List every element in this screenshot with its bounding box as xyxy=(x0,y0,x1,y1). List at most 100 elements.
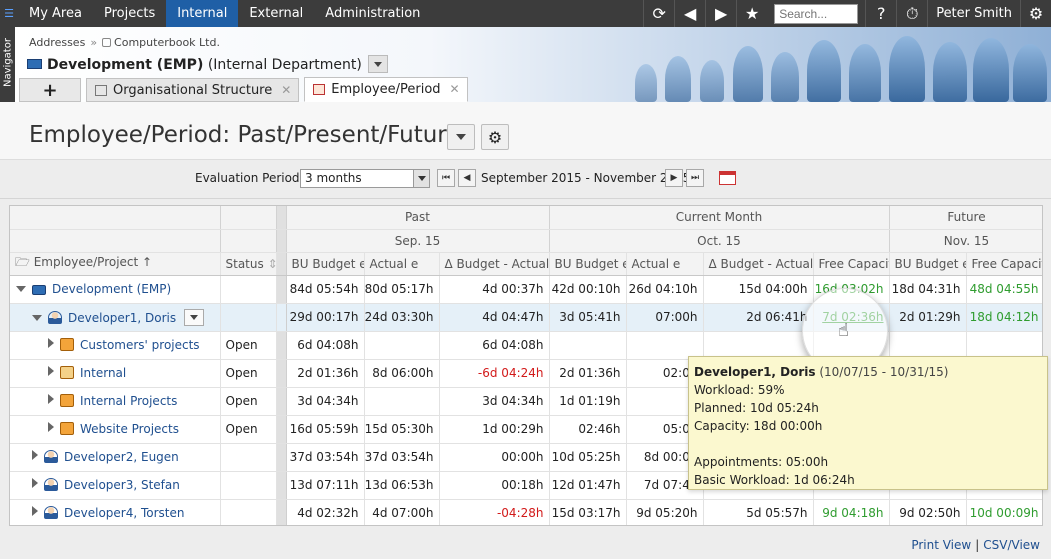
tab-administration[interactable]: Administration xyxy=(314,0,431,27)
department-icon xyxy=(27,59,42,69)
next-period-button[interactable]: ▶ xyxy=(665,169,683,187)
cell-employee-project[interactable]: Development (EMP) xyxy=(10,275,221,304)
decorative-pawn-icon xyxy=(635,64,657,102)
row-name-link[interactable]: Developer3, Stefan xyxy=(64,478,180,492)
row-name-link[interactable]: Customers' projects xyxy=(80,338,200,352)
tab-projects[interactable]: Projects xyxy=(93,0,166,27)
column-header-employee-project[interactable]: 🗁 Employee/Project ↑ xyxy=(10,252,221,276)
chevron-down-icon[interactable] xyxy=(413,170,429,187)
table-row[interactable]: Customers' projects Open 6d 04:08h 6d 04:08… xyxy=(10,331,1042,360)
tab-external[interactable]: External xyxy=(238,0,314,27)
user-name[interactable]: Peter Smith xyxy=(927,0,1020,27)
column-header-status[interactable]: Status ⇕ xyxy=(220,252,277,276)
row-name-link[interactable]: Developer1, Doris xyxy=(68,311,176,325)
folder-icon: 🗁 xyxy=(15,255,34,269)
cell-past-actual xyxy=(364,331,440,360)
cell-employee-project[interactable]: Developer1, Doris xyxy=(10,303,221,332)
table-row[interactable]: Developer4, Torsten 4d 02:32h 4d 07:00h -04… xyxy=(10,499,1042,525)
breadcrumb-addresses[interactable]: Addresses xyxy=(29,36,85,49)
cell-cur-free[interactable]: 9d 04:18h xyxy=(813,499,890,525)
collapse-toggle-icon[interactable] xyxy=(32,314,42,321)
expand-toggle-icon[interactable] xyxy=(32,478,38,488)
previous-period-button[interactable]: ◀ xyxy=(458,169,476,187)
last-period-button[interactable]: ⏭ xyxy=(686,169,704,187)
column-header-fut-free-capacity[interactable]: Free Capacity xyxy=(966,252,1042,276)
cell-employee-project[interactable]: Developer4, Torsten xyxy=(10,499,221,525)
evaluation-period-select[interactable]: 3 months xyxy=(300,169,430,188)
table-row[interactable]: Developer1, Doris 29d 00:17h 24d 03:30h 4d … xyxy=(10,303,1042,332)
project-folder-icon xyxy=(60,338,74,351)
tab-organisational-structure[interactable]: Organisational Structure ✕ xyxy=(86,78,300,102)
navigator-panel[interactable]: Navigator xyxy=(0,27,15,102)
print-view-link[interactable]: Print View xyxy=(911,538,971,552)
view-settings-gear-icon[interactable]: ⚙ xyxy=(481,124,509,150)
cell-employee-project[interactable]: Developer2, Eugen xyxy=(10,443,221,472)
cell-fut-free[interactable]: 18d 04:12h xyxy=(966,303,1042,332)
tooltip-line: Capacity: 18d 00:00h xyxy=(694,419,823,433)
row-name-link[interactable]: Internal xyxy=(80,366,126,380)
expand-toggle-icon[interactable] xyxy=(32,506,38,516)
expand-toggle-icon[interactable] xyxy=(48,366,54,376)
expand-toggle-icon[interactable] xyxy=(32,450,38,460)
tab-my-area[interactable]: My Area xyxy=(18,0,93,27)
add-tab-button[interactable]: + xyxy=(19,78,81,102)
favorites-star-icon[interactable]: ★ xyxy=(736,0,767,27)
row-name-link[interactable]: Internal Projects xyxy=(80,394,177,408)
cell-cur-budget: 02:46h xyxy=(549,415,627,444)
column-header-fut-budget[interactable]: BU Budget e xyxy=(889,252,967,276)
forward-arrow-icon[interactable]: ▶ xyxy=(705,0,736,27)
row-name-link[interactable]: Developer4, Torsten xyxy=(64,506,185,520)
cell-cur-budget xyxy=(549,331,627,360)
row-name-link[interactable]: Website Projects xyxy=(80,422,179,436)
app-logo-icon[interactable]: ☰ xyxy=(0,0,18,27)
refresh-icon[interactable]: ⟳ xyxy=(643,0,674,27)
help-icon[interactable]: ? xyxy=(865,0,896,27)
group-past-header: Past xyxy=(286,206,550,230)
header-empty xyxy=(10,206,221,230)
cell-status xyxy=(220,275,277,304)
tab-employee-period[interactable]: Employee/Period ✕ xyxy=(304,77,468,102)
cell-fut-free[interactable]: 10d 00:09h xyxy=(966,499,1042,525)
close-icon[interactable]: ✕ xyxy=(281,83,291,97)
column-header-past-actual[interactable]: Actual e xyxy=(364,252,440,276)
table-row[interactable]: Development (EMP) 84d 05:54h 80d 05:17h 4d … xyxy=(10,275,1042,304)
tooltip-line xyxy=(694,435,1042,453)
column-header-past-budget[interactable]: BU Budget e xyxy=(286,252,365,276)
expand-toggle-icon[interactable] xyxy=(48,338,54,348)
column-header-cur-budget[interactable]: BU Budget e xyxy=(549,252,627,276)
cell-status xyxy=(220,499,277,525)
cell-employee-project[interactable]: Customers' projects xyxy=(10,331,221,360)
view-dropdown-button[interactable] xyxy=(447,124,475,150)
expand-toggle-icon[interactable] xyxy=(48,394,54,404)
cell-employee-project[interactable]: Website Projects xyxy=(10,415,221,444)
department-dropdown-button[interactable] xyxy=(367,55,388,73)
calendar-icon[interactable] xyxy=(719,171,736,185)
expand-toggle-icon[interactable] xyxy=(48,422,54,432)
first-period-button[interactable]: ⏮ xyxy=(437,169,455,187)
column-header-cur-delta[interactable]: Δ Budget - Actual e xyxy=(703,252,814,276)
back-arrow-icon[interactable]: ◀ xyxy=(674,0,705,27)
column-header-past-delta[interactable]: Δ Budget - Actual e xyxy=(439,252,550,276)
column-header-cur-free-capacity[interactable]: Free Capacity xyxy=(813,252,890,276)
csv-view-link[interactable]: CSV/View xyxy=(983,538,1040,552)
tab-internal[interactable]: Internal xyxy=(166,0,239,27)
row-menu-dropdown-button[interactable] xyxy=(184,308,205,326)
cell-fut-free[interactable]: 48d 04:55h xyxy=(966,275,1042,304)
cell-past-budget: 13d 07:11h xyxy=(286,471,365,500)
search-input[interactable] xyxy=(774,3,859,24)
employee-icon xyxy=(48,310,62,324)
row-name-link[interactable]: Development (EMP) xyxy=(52,282,171,296)
gear-icon[interactable]: ⚙ xyxy=(1020,0,1051,27)
cell-past-budget: 84d 05:54h xyxy=(286,275,365,304)
close-icon[interactable]: ✕ xyxy=(450,82,460,96)
cell-past-budget: 6d 04:08h xyxy=(286,331,365,360)
cell-employee-project[interactable]: Developer3, Stefan xyxy=(10,471,221,500)
column-separator xyxy=(276,206,287,230)
cell-employee-project[interactable]: Internal Projects xyxy=(10,387,221,416)
row-name-link[interactable]: Developer2, Eugen xyxy=(64,450,179,464)
stopwatch-icon[interactable]: ⏱ xyxy=(896,0,927,27)
cell-employee-project[interactable]: Internal xyxy=(10,359,221,388)
column-header-cur-actual[interactable]: Actual e xyxy=(626,252,704,276)
breadcrumb-company[interactable]: Computerbook Ltd. xyxy=(114,36,220,49)
collapse-toggle-icon[interactable] xyxy=(16,286,26,292)
